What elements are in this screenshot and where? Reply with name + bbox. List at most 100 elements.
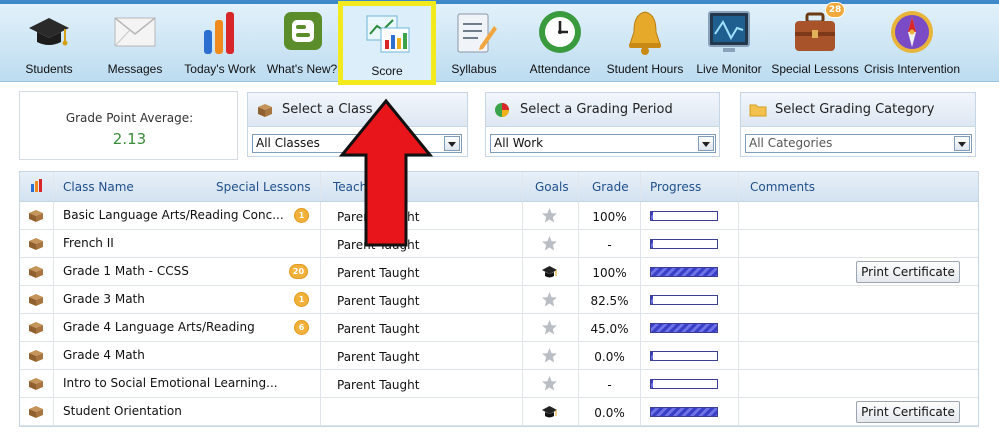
progress-bar [650,351,718,361]
teacher-name: Parent Taught [337,266,420,280]
gpa-value: 2.13 [112,130,147,148]
table-header: Class Name Special Lessons Teacher Goals… [20,172,978,202]
table-row[interactable]: Grade 3 Math 1 Parent Taught 82.5% [20,286,978,314]
class-name[interactable]: Student Orientation [63,404,182,418]
toolbar-messages[interactable]: Messages [104,8,166,78]
class-name[interactable]: Grade 4 Math [63,348,145,362]
teacher-name: Parent Taught [337,294,420,308]
progress-bar [650,267,718,277]
grading-category-header: Select Grading Category [741,93,975,127]
star-icon[interactable] [541,347,558,364]
class-name[interactable]: Grade 4 Language Arts/Reading [63,320,255,334]
teacher-name: Parent Taught [337,378,420,392]
class-box-icon [27,293,45,307]
class-name[interactable]: Grade 3 Math [63,292,145,306]
class-box-icon [27,321,45,335]
print-certificate-button[interactable]: Print Certificate [856,401,960,423]
star-icon[interactable] [541,375,558,392]
star-icon[interactable] [541,319,558,336]
chevron-down-icon[interactable] [444,136,460,151]
compass-icon [888,8,936,56]
progress-bar [650,407,718,417]
class-box-icon [27,349,45,363]
toolbar-attendance[interactable]: Attendance [527,8,593,78]
toolbar-attendance-label: Attendance [529,62,591,76]
envelope-icon [111,8,159,56]
graduation-cap-icon[interactable] [541,263,558,280]
class-box-icon [27,377,45,391]
grading-period-header: Select a Grading Period [486,93,719,127]
gpa-label: Grade Point Average: [65,111,194,125]
graduation-cap-icon[interactable] [541,403,558,420]
star-icon[interactable] [541,291,558,308]
progress-fill [651,240,653,248]
header-grade[interactable]: Grade [592,180,629,194]
progress-fill [651,212,653,220]
toolbar-messages-label: Messages [107,62,163,76]
toolbar-students[interactable]: Students [18,8,80,78]
chevron-down-icon[interactable] [954,136,970,151]
grade-value: 100% [592,266,627,280]
table-row[interactable]: French IIParent Taught- [20,230,978,258]
progress-fill [651,352,653,360]
toolbar-live-monitor[interactable]: Live Monitor [694,8,764,78]
toolbar-whats-new[interactable]: What's New? [267,8,337,78]
progress-bar [650,211,718,221]
class-name[interactable]: Intro to Social Emotional Learning... [63,376,278,390]
chevron-down-icon[interactable] [698,136,714,151]
special-lessons-count-badge[interactable]: 20 [289,264,308,279]
score-highlight-box [338,1,436,85]
toolbar-top-border [0,0,999,4]
score-page: Students Messages Today's Work What's Ne… [0,0,999,435]
monitor-icon [705,8,753,56]
table-row[interactable]: Grade 1 Math - CCSS 20 Parent Taught 100% Pr… [20,258,978,286]
grading-period-filter: Select a Grading Period All Work [485,92,720,157]
header-goals[interactable]: Goals [535,180,569,194]
print-certificate-button[interactable]: Print Certificate [856,261,960,283]
grade-value: 0.0% [594,350,625,364]
special-lessons-count-badge[interactable]: 1 [294,292,309,307]
grading-period-select[interactable]: All Work [490,134,716,153]
special-lessons-count-badge[interactable]: 6 [294,320,309,335]
header-comments[interactable]: Comments [750,180,815,194]
pie-chart-icon [494,102,512,118]
star-icon[interactable] [541,207,558,224]
progress-fill [651,380,653,388]
table-body: Basic Language Arts/Reading Conc... 1 Pare… [20,202,978,426]
star-icon[interactable] [541,235,558,252]
toolbar-student-hours[interactable]: Student Hours [604,8,686,78]
class-name[interactable]: Grade 1 Math - CCSS [63,264,189,278]
toolbar-special-lessons[interactable]: 28 Special Lessons [771,2,859,78]
classes-table: Class Name Special Lessons Teacher Goals… [19,171,979,427]
grading-category-title: Select Grading Category [775,102,935,117]
header-special-lessons[interactable]: Special Lessons [216,180,311,194]
table-row[interactable]: Grade 4 Math Parent Taught 0.0% [20,342,978,370]
table-row[interactable]: Student Orientation 0.0% Print Certificate [20,398,978,426]
progress-bar [650,295,718,305]
toolbar-student-hours-label: Student Hours [606,62,684,76]
grading-category-select[interactable]: All Categories [745,134,972,153]
chart-icon[interactable] [30,178,44,195]
gpa-box: Grade Point Average: 2.13 [19,91,238,160]
toolbar-syllabus-label: Syllabus [451,62,497,76]
header-progress[interactable]: Progress [650,180,701,194]
graduation-cap-icon [25,8,73,56]
table-row[interactable]: Basic Language Arts/Reading Conc... 1 Pare… [20,202,978,230]
toolbar-syllabus[interactable]: Syllabus [446,8,502,78]
red-arrow-annotation [338,98,434,247]
special-lessons-badge: 28 [825,2,845,18]
folder-icon [749,102,767,118]
grading-category-value: All Categories [749,136,833,150]
bell-icon [621,8,669,56]
header-class-name[interactable]: Class Name [63,180,134,194]
toolbar-todays-work[interactable]: Today's Work [182,8,258,78]
special-lessons-count-badge[interactable]: 1 [294,208,309,223]
table-row[interactable]: Grade 4 Language Arts/Reading 6 Parent Tau… [20,314,978,342]
clock-icon [536,8,584,56]
class-name[interactable]: French II [63,236,114,250]
table-row[interactable]: Intro to Social Emotional Learning... Par… [20,370,978,398]
progress-bar [650,323,718,333]
toolbar-crisis-intervention[interactable]: Crisis Intervention [862,8,962,78]
grade-value: 100% [592,210,627,224]
class-name[interactable]: Basic Language Arts/Reading Conc... [63,208,284,222]
